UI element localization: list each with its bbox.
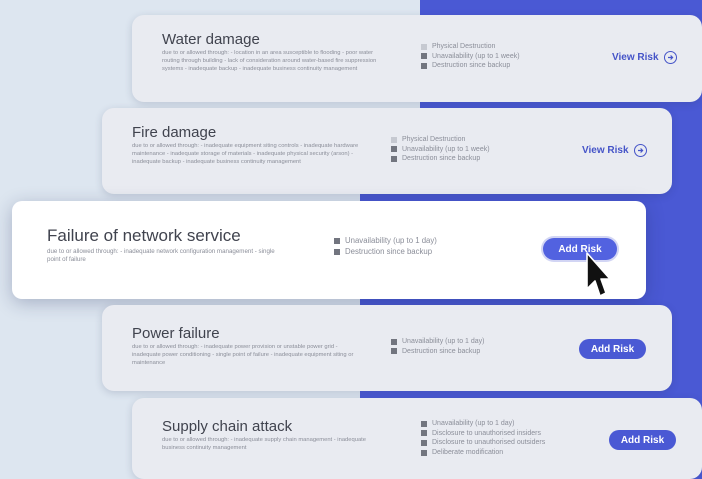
impact-item: Unavailability (up to 1 day) xyxy=(334,236,437,247)
add-risk-button[interactable]: Add Risk xyxy=(543,238,617,260)
view-risk-label: View Risk xyxy=(612,52,659,63)
impact-item: Physical Destruction xyxy=(391,135,490,145)
arrow-right-icon xyxy=(633,144,647,157)
view-risk-label: View Risk xyxy=(582,145,629,156)
risk-description: due to or allowed through: - inadequate … xyxy=(162,437,366,451)
risk-title: Failure of network service xyxy=(47,226,241,245)
impact-item: Destruction since backup xyxy=(421,61,520,71)
impact-item: Deliberate modification xyxy=(421,448,545,458)
risk-description: due to or allowed through: - inadequate … xyxy=(47,248,275,264)
risk-card-water-damage: Water damage due to or allowed through: … xyxy=(132,15,702,102)
risk-description: due to or allowed through: - inadequate … xyxy=(132,143,359,165)
view-risk-link[interactable]: View Risk xyxy=(582,144,647,157)
risk-title: Water damage xyxy=(162,31,260,48)
impact-item: Unavailability (up to 1 day) xyxy=(421,419,545,429)
risk-card-network-failure: Failure of network service due to or all… xyxy=(12,201,646,299)
impact-list: Unavailability (up to 1 day) Disclosure … xyxy=(421,419,545,458)
impact-item: Unavailability (up to 1 week) xyxy=(391,145,490,155)
impact-item: Destruction since backup xyxy=(391,347,485,357)
impact-item: Disclosure to unauthorised insiders xyxy=(421,429,545,439)
risk-title: Supply chain attack xyxy=(162,418,293,435)
impact-list: Unavailability (up to 1 day) Destruction… xyxy=(391,337,485,356)
impact-item: Destruction since backup xyxy=(391,154,490,164)
add-risk-button[interactable]: Add Risk xyxy=(579,339,646,359)
impact-list: Physical Destruction Unavailability (up … xyxy=(391,135,490,164)
risk-card-fire-damage: Fire damage due to or allowed through: -… xyxy=(102,108,672,194)
impact-item: Physical Destruction xyxy=(421,42,520,52)
risk-title: Fire damage xyxy=(132,124,217,141)
impact-item: Unavailability (up to 1 day) xyxy=(391,337,485,347)
impact-item: Disclosure to unauthorised outsiders xyxy=(421,438,545,448)
impact-list: Physical Destruction Unavailability (up … xyxy=(421,42,520,71)
impact-list: Unavailability (up to 1 day) Destruction… xyxy=(334,236,437,258)
risk-card-supply-chain-attack: Supply chain attack due to or allowed th… xyxy=(132,398,702,479)
impact-item: Unavailability (up to 1 week) xyxy=(421,52,520,62)
risk-title: Power failure xyxy=(132,325,220,342)
risk-card-power-failure: Power failure due to or allowed through:… xyxy=(102,305,672,391)
risk-description: due to or allowed through: - location in… xyxy=(162,50,377,72)
impact-item: Destruction since backup xyxy=(334,247,437,258)
arrow-right-icon xyxy=(663,51,677,64)
view-risk-link[interactable]: View Risk xyxy=(612,51,677,64)
add-risk-button[interactable]: Add Risk xyxy=(609,430,676,450)
risk-description: due to or allowed through: - inadequate … xyxy=(132,344,354,366)
